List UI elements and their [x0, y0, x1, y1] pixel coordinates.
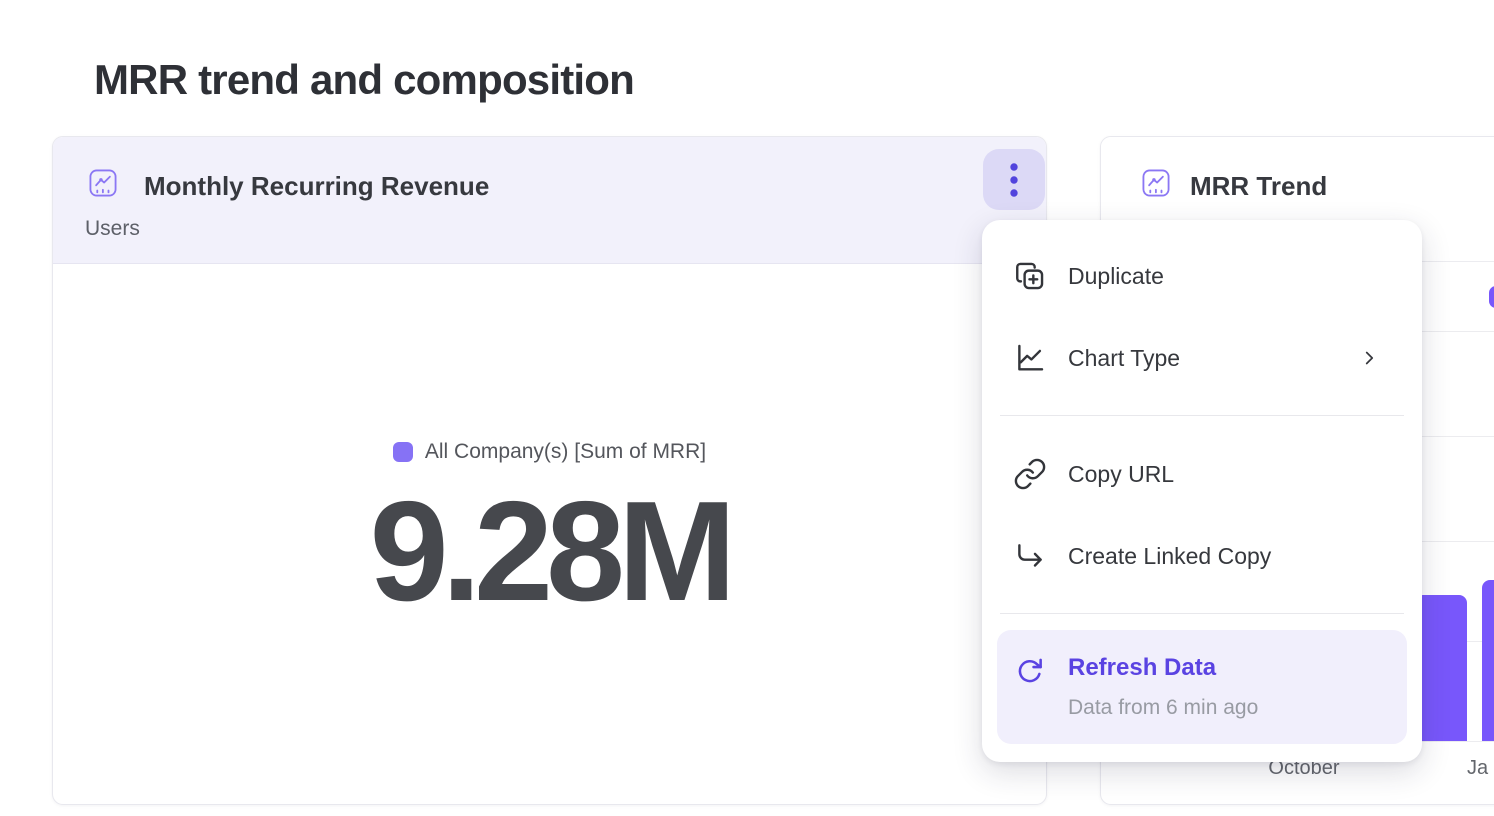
menu-item-duplicate[interactable]: Duplicate: [998, 250, 1406, 302]
menu-item-copy-url[interactable]: Copy URL: [998, 448, 1406, 500]
page-title: MRR trend and composition: [94, 56, 634, 104]
link-icon: [1013, 457, 1047, 491]
chevron-right-icon: [1358, 347, 1380, 369]
duplicate-icon: [1013, 259, 1047, 293]
mrr-composition-card-header: Monthly Recurring Revenue Users: [53, 137, 1046, 264]
menu-item-label: Duplicate: [1068, 263, 1164, 290]
menu-item-label: Create Linked Copy: [1068, 543, 1271, 570]
card-options-button[interactable]: [983, 149, 1045, 210]
menu-item-label: Copy URL: [1068, 461, 1174, 488]
dashboard: MRR trend and composition Monthly Recurr…: [0, 0, 1494, 816]
legend: All Company(s) [Sum of MRR]: [53, 440, 1046, 464]
card-subtitle: Users: [85, 217, 140, 241]
metric-value: 9.28M: [53, 481, 1046, 623]
legend-swatch: [393, 442, 413, 462]
menu-item-chart-type[interactable]: Chart Type: [998, 332, 1406, 384]
menu-item-label: Refresh Data: [1068, 654, 1216, 682]
menu-item-refresh-data[interactable]: Refresh Data Data from 6 min ago: [997, 630, 1407, 744]
corner-down-right-icon: [1013, 539, 1047, 573]
menu-divider: [1000, 613, 1404, 614]
menu-item-create-linked-copy[interactable]: Create Linked Copy: [998, 530, 1406, 582]
bar-partial[interactable]: [1482, 580, 1494, 741]
x-axis-label: Ja: [1467, 757, 1488, 780]
chart-type-icon: [1013, 341, 1047, 375]
refresh-caption: Data from 6 min ago: [1068, 696, 1258, 720]
mrr-composition-card: Monthly Recurring Revenue Users All Comp…: [52, 136, 1047, 805]
chart-icon: [1140, 167, 1172, 199]
card-title: Monthly Recurring Revenue: [144, 171, 489, 202]
menu-item-label: Chart Type: [1068, 345, 1180, 372]
bar-october[interactable]: [1415, 595, 1467, 741]
refresh-icon: [1013, 655, 1047, 689]
kebab-menu-icon: [1009, 161, 1019, 199]
legend-swatch: [1489, 286, 1494, 308]
legend-label: All Company(s) [Sum of MRR]: [425, 440, 706, 464]
chart-icon: [87, 167, 119, 199]
context-menu: Duplicate Chart Type: [982, 220, 1422, 762]
menu-divider: [1000, 415, 1404, 416]
card-title: MRR Trend: [1190, 171, 1327, 202]
